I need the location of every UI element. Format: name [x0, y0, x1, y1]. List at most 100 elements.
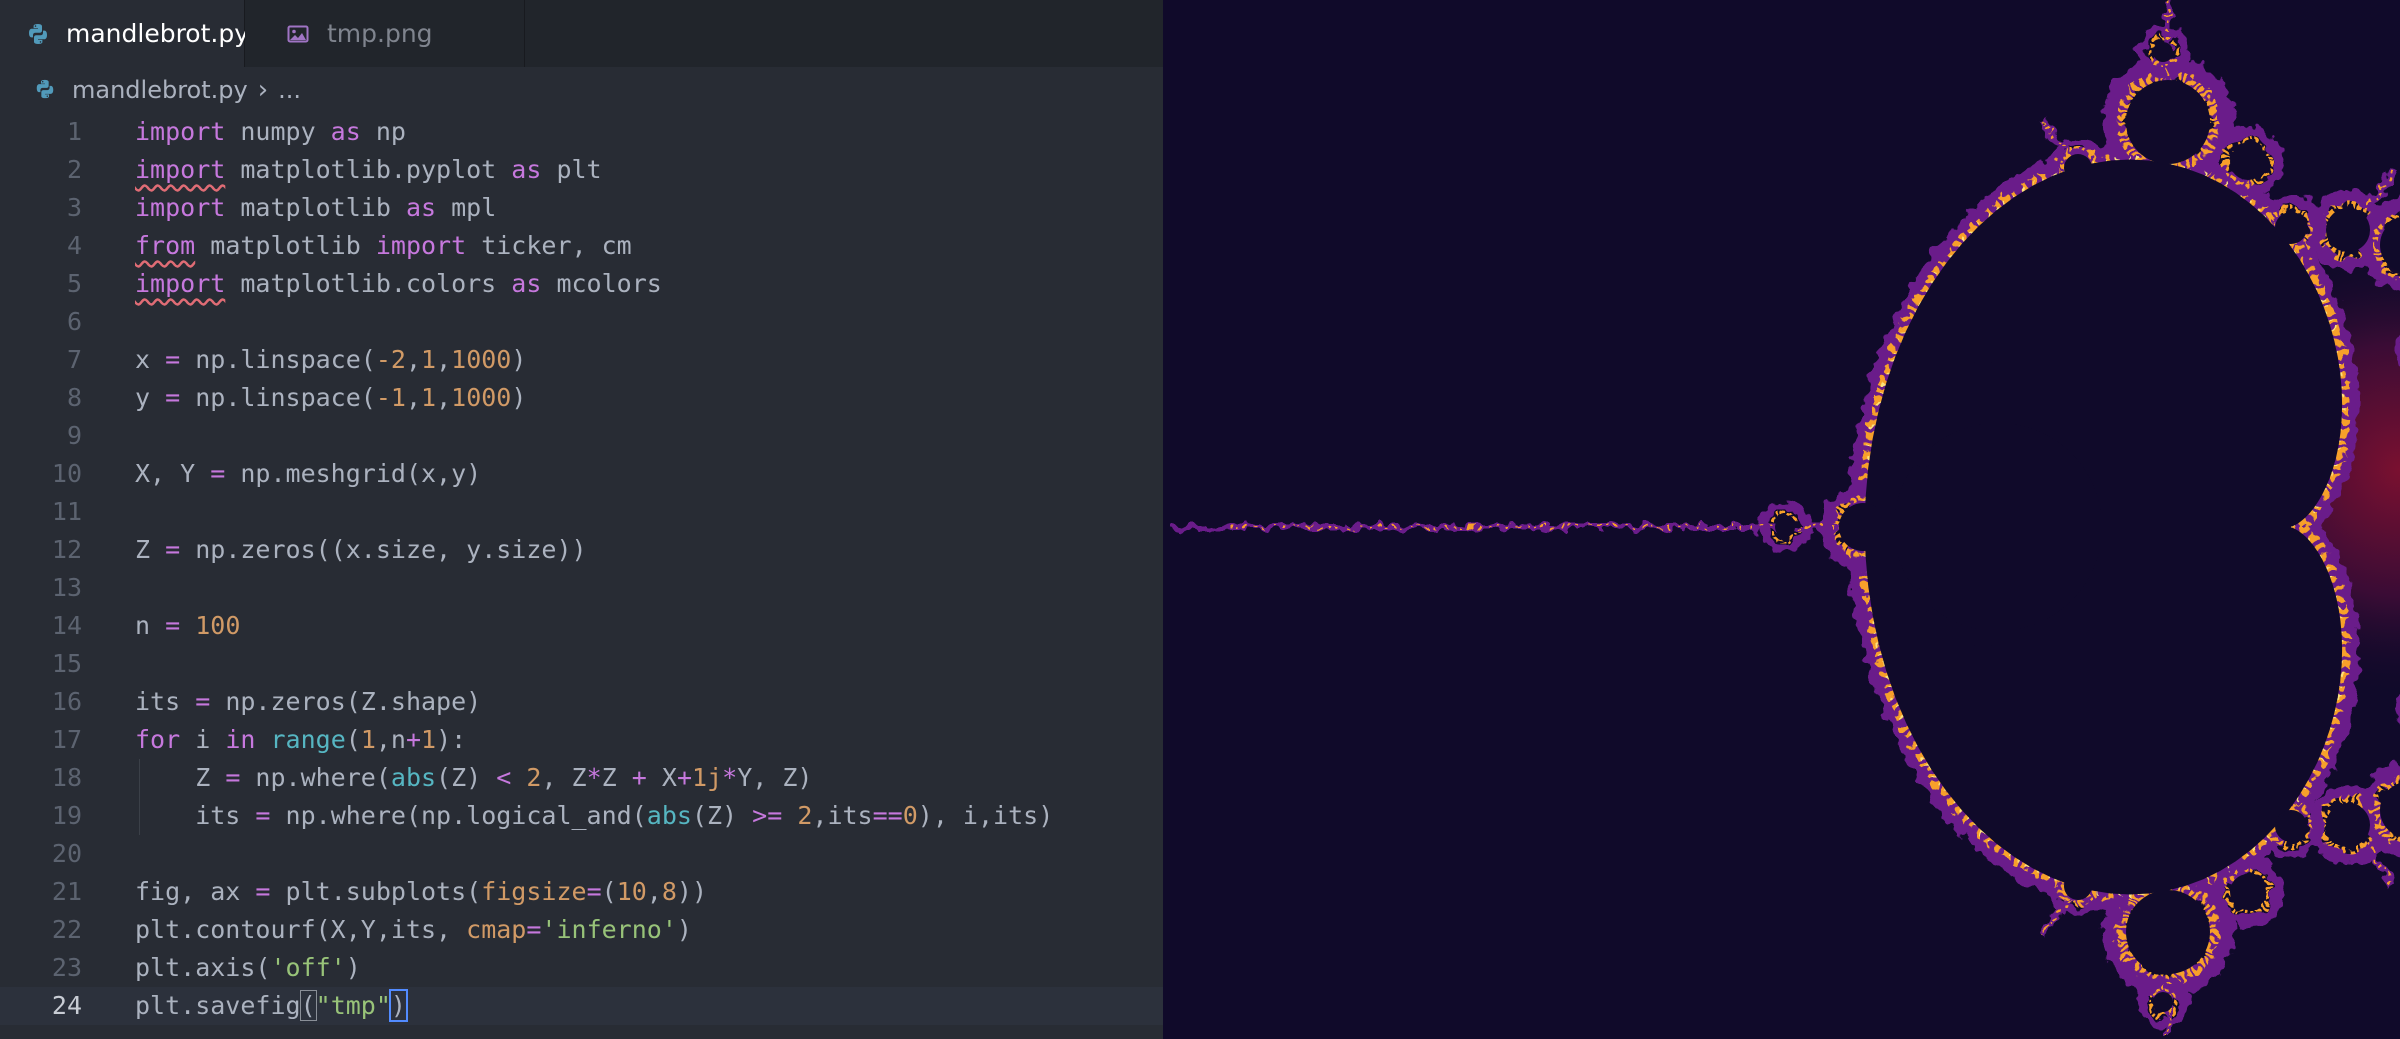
breadcrumb-more[interactable]: ... — [278, 76, 301, 104]
code-token: 1 — [360, 725, 376, 754]
line-number: 4 — [66, 231, 82, 260]
code-text: for i in range(1,n+1): — [135, 721, 466, 759]
tab-label: mandlebrot.py — [66, 19, 250, 48]
code-line[interactable]: 15 — [0, 645, 1163, 683]
code-line[interactable]: 2 import matplotlib.pyplot as plt — [0, 151, 1163, 189]
code-token: ( — [345, 725, 361, 754]
tab-tmp-png[interactable]: tmp.png — [245, 0, 525, 67]
code-text: import numpy as np — [135, 113, 406, 151]
code-text: y = np.linspace(-1,1,1000) — [135, 379, 526, 417]
code-token: ) — [511, 383, 527, 412]
code-token: for — [135, 725, 181, 754]
code-token: plt.contourf(X,Y,its, — [135, 915, 467, 944]
line-number: 8 — [66, 383, 82, 412]
code-text: import matplotlib.pyplot as plt — [135, 151, 602, 189]
code-line[interactable]: 1 import numpy as np — [0, 113, 1163, 151]
code-token: = — [165, 611, 181, 640]
code-line[interactable]: 19 its = np.where(np.logical_and(abs(Z) … — [0, 797, 1163, 835]
app-window: mandlebrot.py ✕ tmp.png — [0, 0, 2400, 1039]
line-number: 3 — [66, 193, 82, 222]
code-token: its — [135, 801, 256, 830]
minibulb-interior — [2064, 154, 2092, 182]
breadcrumb-file[interactable]: mandlebrot.py — [72, 76, 248, 104]
code-line[interactable]: 3 import matplotlib as mpl — [0, 189, 1163, 227]
code-token: , — [405, 383, 422, 412]
code-token: = — [225, 763, 241, 792]
code-token: as — [511, 269, 542, 298]
code-line[interactable]: 5 import matplotlib.colors as mcolors — [0, 265, 1163, 303]
code-text: x = np.linspace(-2,1,1000) — [135, 341, 526, 379]
code-line[interactable]: 22 plt.contourf(X,Y,its, cmap='inferno') — [0, 911, 1163, 949]
code-token: + — [676, 763, 693, 792]
minibulb-interior — [2153, 992, 2173, 1012]
code-text: import matplotlib.colors as mcolors — [135, 265, 662, 303]
code-token: Y, Z) — [737, 763, 813, 792]
code-line[interactable]: 7x = np.linspace(-2,1,1000) — [0, 341, 1163, 379]
code-token: = — [165, 345, 181, 374]
code-token: 1j — [692, 763, 723, 792]
code-token: Z — [135, 535, 166, 564]
code-line[interactable]: 6 — [0, 303, 1163, 341]
code-token: = — [165, 535, 181, 564]
code-token: np.zeros(Z.shape) — [210, 687, 482, 716]
code-editor-pane[interactable]: mandlebrot.py ✕ tmp.png — [0, 0, 1163, 1039]
code-token: ( — [299, 990, 317, 1021]
code-token: as — [405, 193, 437, 222]
code-token: plt.savefig — [135, 991, 301, 1020]
tab-label: tmp.png — [327, 19, 433, 48]
code-token: = — [165, 383, 181, 412]
code-token: + — [631, 763, 647, 792]
line-number: 9 — [66, 421, 82, 450]
code-token: cmap — [466, 915, 527, 944]
code-token: y — [135, 383, 166, 412]
code-token: + — [405, 725, 422, 754]
python-icon — [34, 78, 58, 102]
code-token: Z — [601, 763, 632, 792]
tab-mandlebrot-py[interactable]: mandlebrot.py ✕ — [0, 0, 289, 67]
minibulb-interior — [2326, 208, 2370, 252]
code-token: X — [646, 763, 677, 792]
minibulb-interior — [2275, 810, 2307, 842]
minibulb-interior — [1911, 588, 1935, 612]
line-number: 24 — [51, 991, 82, 1020]
code-token: 1 — [421, 345, 437, 374]
code-token: import — [135, 193, 226, 222]
breadcrumb: mandlebrot.py › ... — [0, 67, 1163, 113]
code-line[interactable]: 23 plt.axis('off') — [0, 949, 1163, 987]
minibulb-interior — [2126, 890, 2210, 974]
code-text: its = np.where(np.logical_and(abs(Z) >= … — [135, 797, 1053, 835]
code-text: plt.contourf(X,Y,its, cmap='inferno') — [135, 911, 692, 949]
code-token: n — [135, 611, 166, 640]
code-token: 1000 — [451, 383, 512, 412]
minibulb-interior — [2153, 42, 2173, 62]
code-line[interactable]: 17 for i in range(1,n+1): — [0, 721, 1163, 759]
code-token: 'inferno' — [541, 915, 677, 944]
code-line[interactable]: 4 from matplotlib import ticker, cm — [0, 227, 1163, 265]
code-token: 1000 — [451, 345, 512, 374]
code-line[interactable]: 18 Z = np.where(abs(Z) < 2, Z*Z + X+1j*Y… — [0, 759, 1163, 797]
code-line[interactable]: 21 fig, ax = plt.subplots(figsize=(10,8)) — [0, 873, 1163, 911]
code-token: matplotlib — [225, 193, 406, 222]
code-token: abs — [390, 763, 437, 792]
code-token: np.meshgrid(x,y) — [225, 459, 482, 488]
line-number: 5 — [66, 269, 82, 298]
code-line[interactable]: 8y = np.linspace(-1,1,1000) — [0, 379, 1163, 417]
code-line[interactable]: 24 plt.savefig("tmp") — [0, 987, 1163, 1025]
python-icon — [26, 21, 50, 47]
code-token: = — [586, 877, 602, 906]
minibulb-interior — [1959, 644, 2007, 692]
code-line[interactable]: 9 — [0, 417, 1163, 455]
code-token: * — [722, 763, 738, 792]
code-token: np.linspace( — [180, 345, 376, 374]
code-line[interactable]: 16 its = np.zeros(Z.shape) — [0, 683, 1163, 721]
code-area[interactable]: 1 import numpy as np 2 import matplotlib.py… — [0, 113, 1163, 1025]
code-line[interactable]: 10 X, Y = np.meshgrid(x,y) — [0, 455, 1163, 493]
code-token: ): — [436, 725, 467, 754]
code-line[interactable]: 11 — [0, 493, 1163, 531]
code-line[interactable]: 14 n = 100 — [0, 607, 1163, 645]
code-line[interactable]: 12 Z = np.zeros((x.size, y.size)) — [0, 531, 1163, 569]
code-line[interactable]: 13 — [0, 569, 1163, 607]
code-line[interactable]: 20 — [0, 835, 1163, 873]
